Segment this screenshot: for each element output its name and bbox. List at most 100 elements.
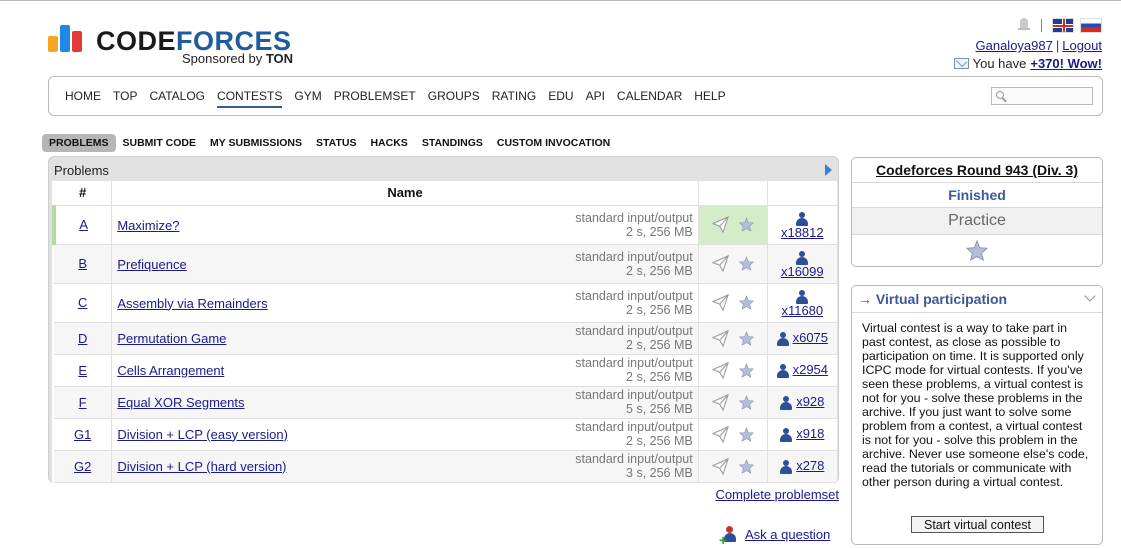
nav-item-problemset[interactable]: PROBLEMSET — [334, 89, 416, 108]
solved-count-link[interactable]: x11680 — [781, 303, 823, 318]
problem-index-link[interactable]: B — [78, 256, 87, 271]
star-icon[interactable] — [738, 330, 754, 346]
problem-io: standard input/output — [575, 249, 693, 264]
subnav-item-custom-invocation[interactable]: CUSTOM INVOCATION — [490, 134, 617, 152]
solved-count-link[interactable]: x16099 — [781, 264, 824, 279]
subnav-item-my-submissions[interactable]: MY SUBMISSIONS — [203, 134, 309, 152]
english-flag-icon[interactable] — [1052, 17, 1074, 33]
solved-count-link[interactable]: x918 — [796, 426, 824, 441]
submit-icon[interactable] — [711, 255, 729, 273]
problem-name-link[interactable]: Cells Arrangement — [117, 363, 224, 378]
problem-limits: standard input/output 2 s, 256 MB — [575, 324, 692, 352]
contest-practice: Practice — [852, 208, 1102, 235]
submit-icon[interactable] — [711, 361, 729, 379]
problem-index-cell: D — [54, 322, 113, 355]
username-link[interactable]: Ganaloya987 — [976, 38, 1053, 53]
problem-limits: standard input/output 2 s, 256 MB — [575, 356, 692, 384]
problem-row: C Assembly via Remainders standard input/o… — [54, 283, 837, 323]
submit-icon[interactable] — [711, 216, 729, 234]
russian-flag-icon[interactable] — [1080, 17, 1102, 33]
star-icon[interactable] — [966, 239, 988, 261]
messages-link[interactable]: +370! Wow! — [1030, 56, 1102, 71]
nav-item-calendar[interactable]: CALENDAR — [617, 89, 682, 108]
problem-index-cell: G1 — [54, 418, 113, 451]
contest-title-link[interactable]: Codeforces Round 943 (Div. 3) — [876, 162, 1078, 178]
virtual-participation-box: → Virtual participation Virtual contest … — [851, 285, 1103, 545]
start-virtual-contest-button[interactable]: Start virtual contest — [911, 516, 1044, 533]
nav-item-edu[interactable]: EDU — [548, 89, 573, 108]
subnav-item-hacks[interactable]: HACKS — [363, 134, 414, 152]
nav-item-groups[interactable]: GROUPS — [428, 89, 480, 108]
solved-count-link[interactable]: x6075 — [793, 330, 828, 345]
solved-count-link[interactable]: x18812 — [781, 225, 824, 240]
favourite-contest-row — [852, 235, 1102, 265]
star-icon[interactable] — [738, 256, 754, 271]
problem-name-link[interactable]: Division + LCP (easy version) — [117, 427, 288, 442]
star-icon[interactable] — [738, 217, 754, 232]
subnav-item-standings[interactable]: STANDINGS — [415, 134, 490, 152]
problem-index-link[interactable]: G1 — [74, 427, 91, 442]
contest-info-box: Codeforces Round 943 (Div. 3) Finished P… — [851, 157, 1103, 267]
ask-question-link[interactable]: Ask a question — [745, 527, 830, 542]
solvers-icon — [780, 427, 793, 442]
problem-name-link[interactable]: Division + LCP (hard version) — [117, 459, 286, 474]
problem-index-link[interactable]: C — [78, 295, 87, 310]
submit-icon[interactable] — [711, 457, 729, 475]
problems-table: # Name A Maximize? standard input/output 2 … — [52, 181, 837, 483]
submit-icon[interactable] — [711, 294, 729, 312]
star-icon[interactable] — [738, 295, 754, 310]
ask-question-icon[interactable]: + — [719, 525, 740, 547]
nav-item-help[interactable]: HELP — [694, 89, 725, 108]
nav-item-contests[interactable]: CONTESTS — [217, 89, 283, 108]
complete-problemset-link[interactable]: Complete problemset — [715, 487, 839, 502]
collapse-arrow-icon[interactable] — [825, 164, 832, 176]
subnav-item-status[interactable]: STATUS — [309, 134, 363, 152]
solved-count-link[interactable]: x278 — [796, 458, 824, 473]
envelope-icon[interactable] — [953, 58, 969, 69]
problem-index-link[interactable]: E — [78, 363, 87, 378]
problem-index-link[interactable]: A — [79, 217, 88, 232]
subnav-item-problems[interactable]: PROBLEMS — [42, 134, 116, 152]
problem-solved-cell: x2954 — [767, 354, 837, 387]
nav-item-top[interactable]: TOP — [113, 89, 137, 108]
star-icon[interactable] — [738, 458, 754, 474]
star-icon[interactable] — [738, 426, 754, 442]
logout-link[interactable]: Logout — [1062, 38, 1102, 53]
column-header-index: # — [54, 181, 113, 206]
problem-name-link[interactable]: Equal XOR Segments — [117, 395, 244, 410]
problem-row: G2 Division + LCP (hard version) standard … — [54, 450, 837, 483]
star-icon[interactable] — [738, 394, 754, 410]
nav-item-catalog[interactable]: CATALOG — [149, 89, 205, 108]
problem-actions-cell — [698, 386, 768, 419]
submit-icon[interactable] — [711, 329, 729, 347]
user-links: Ganaloya987 | Logout — [976, 38, 1103, 53]
problem-actions-cell — [698, 244, 768, 284]
submit-icon[interactable] — [711, 425, 729, 443]
submit-icon[interactable] — [711, 393, 729, 411]
problem-solved-cell: x918 — [767, 418, 837, 451]
star-icon[interactable] — [738, 362, 754, 378]
nav-item-home[interactable]: HOME — [65, 89, 101, 108]
problem-index-link[interactable]: F — [79, 395, 87, 410]
subnav-item-submit-code[interactable]: SUBMIT CODE — [116, 134, 204, 152]
search-input[interactable] — [991, 87, 1093, 105]
problem-name-link[interactable]: Maximize? — [117, 218, 179, 233]
solved-count-link[interactable]: x928 — [796, 394, 824, 409]
virtual-participation-header[interactable]: → Virtual participation — [852, 286, 1102, 313]
problem-index-link[interactable]: G2 — [74, 459, 91, 474]
solvers-icon — [776, 363, 789, 378]
solved-count-link[interactable]: x2954 — [793, 362, 828, 377]
codeforces-logo[interactable]: CODEFORCES Sponsored by TON — [47, 20, 307, 70]
nav-item-gym[interactable]: GYM — [294, 89, 321, 108]
problem-name-link[interactable]: Permutation Game — [117, 331, 226, 346]
problem-name-cell: Permutation Game standard input/output 2 s… — [111, 322, 699, 355]
problem-index-cell: B — [54, 244, 113, 284]
problem-name-link[interactable]: Assembly via Remainders — [117, 296, 267, 311]
problem-index-link[interactable]: D — [78, 331, 87, 346]
problem-actions-cell — [698, 283, 768, 323]
problem-name-link[interactable]: Prefiquence — [117, 257, 186, 272]
nav-item-rating[interactable]: RATING — [492, 89, 536, 108]
chevron-down-icon[interactable] — [1084, 290, 1096, 302]
notification-bell-icon[interactable] — [1017, 17, 1031, 33]
nav-item-api[interactable]: API — [586, 89, 605, 108]
